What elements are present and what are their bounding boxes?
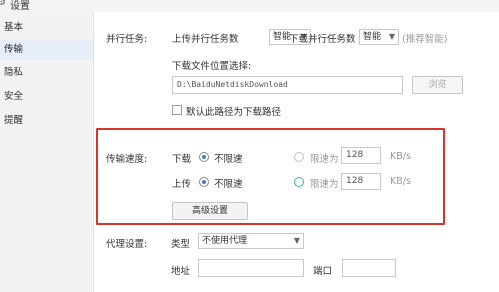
download-unlimited-radio[interactable] [199, 152, 209, 162]
sidebar-item-reminder[interactable]: 提醒 [0, 111, 93, 131]
download-location-label: 下载文件位置选择: [172, 61, 252, 72]
upload-unit-label: KB/s [390, 176, 411, 187]
advanced-settings-button[interactable]: 高级设置 [172, 202, 248, 220]
upload-unlimited-label: 不限速 [214, 179, 243, 190]
sidebar-item-security[interactable]: 安全 [0, 87, 93, 107]
proxy-type-value: 不使用代理 [202, 236, 248, 246]
proxy-type-select[interactable]: 不使用代理 ▼ [198, 233, 304, 249]
download-limit-radio[interactable] [294, 152, 304, 162]
proxy-address-input[interactable] [198, 259, 304, 277]
download-unit-label: KB/s [390, 151, 411, 162]
proxy-port-label: 端口 [313, 266, 333, 277]
browse-button[interactable]: 浏览 [412, 76, 463, 94]
chevron-down-icon: ▼ [293, 236, 300, 245]
upload-parallel-label: 上传并行任务数 [172, 34, 239, 45]
proxy-port-input[interactable] [342, 259, 396, 277]
upload-speed-label: 上传 [172, 179, 192, 190]
sidebar: 基本 传输 隐私 安全 提醒 [0, 12, 94, 292]
gear-icon: ⚙ [0, 0, 6, 8]
download-parallel-select[interactable]: 智能 ▼ [359, 29, 399, 45]
download-path-input[interactable]: D:\BaiduNetdiskDownload [172, 76, 403, 94]
upload-unlimited-radio[interactable] [199, 177, 209, 187]
parallel-hint: (推荐智能) [402, 34, 448, 45]
chevron-down-icon: ▼ [388, 32, 395, 41]
upload-limit-label: 限速为 [310, 179, 339, 190]
upload-limit-radio[interactable] [294, 177, 304, 187]
title-bar: ⚙ 设置 [0, 0, 499, 12]
download-speed-label: 下载 [172, 154, 192, 165]
download-unlimited-label: 不限速 [214, 154, 243, 165]
parallel-section-label: 并行任务: [106, 34, 148, 45]
sidebar-item-basic[interactable]: 基本 [0, 18, 93, 38]
proxy-section-label: 代理设置: [106, 239, 148, 250]
proxy-type-label: 类型 [171, 239, 191, 250]
download-parallel-label: 下载并行任务数 [289, 34, 356, 45]
download-limit-input[interactable]: 128 [341, 147, 381, 164]
default-path-checkbox[interactable] [172, 105, 182, 115]
proxy-address-label: 地址 [171, 266, 191, 277]
download-limit-label: 限速为 [310, 154, 339, 165]
download-parallel-value: 智能 [363, 32, 382, 42]
default-path-label: 默认此路径为下载路径 [186, 107, 282, 118]
sidebar-item-privacy[interactable]: 隐私 [0, 63, 93, 83]
speed-section-label: 传输速度: [106, 154, 148, 165]
upload-limit-input[interactable]: 128 [341, 173, 381, 190]
window-title: 设置 [10, 1, 30, 12]
sidebar-item-transfer[interactable]: 传输 [0, 40, 93, 60]
